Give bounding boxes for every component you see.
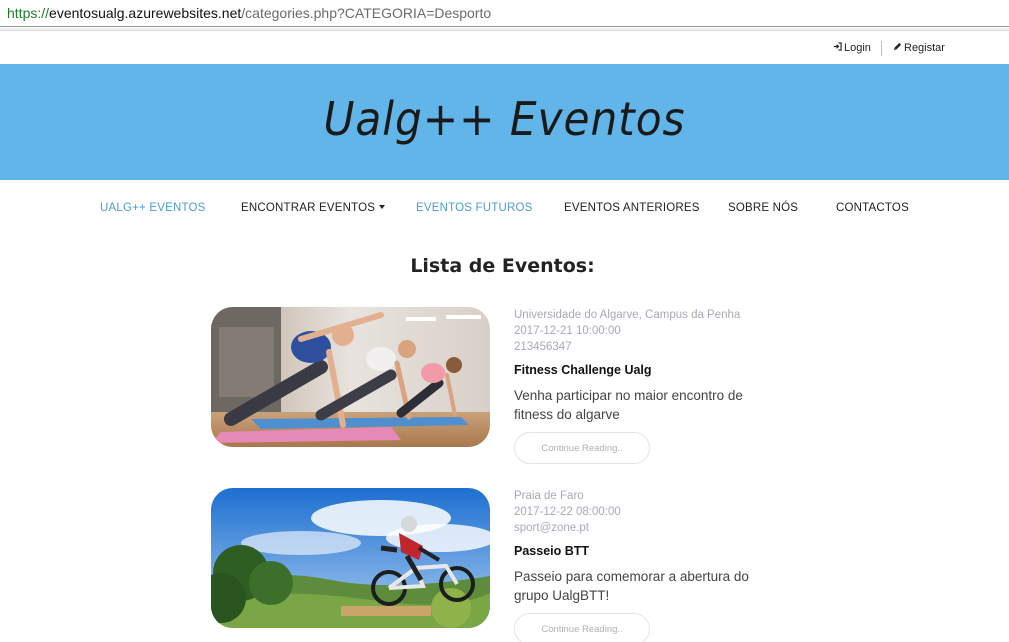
url-path: /categories.php?CATEGORIA=Desporto [241,5,492,21]
nav-contacts[interactable]: CONTACTOS [836,202,909,214]
login-icon [833,42,842,54]
nav-past-events[interactable]: EVENTOS ANTERIORES [564,202,700,214]
nav-about[interactable]: SOBRE NÓS [728,202,798,214]
url-text[interactable]: https://eventosualg.azurewebsites.net/ca… [7,5,491,21]
browser-address-bar[interactable]: https://eventosualg.azurewebsites.net/ca… [0,0,1009,27]
header-banner: Ualg++ Eventos [0,64,1009,180]
event-title[interactable]: Passeio BTT [514,544,589,558]
event-title[interactable]: Fitness Challenge Ualg [514,363,652,377]
continue-reading-button[interactable]: Continue Reading.. [514,432,650,464]
top-bar: Login Registar [0,32,1009,64]
mountain-bike-photo[interactable] [211,488,490,628]
browser-separator [0,28,1009,31]
topbar-divider [881,41,882,56]
nav-find-events[interactable]: ENCONTRAR EVENTOS [241,202,386,214]
nav-home[interactable]: UALG++ EVENTOS [100,202,206,214]
register-link[interactable]: Registar [893,42,945,54]
pencil-icon [893,42,902,54]
event-card: Praia de Faro 2017-12-22 08:00:00 sport@… [211,488,791,642]
event-location: Universidade do Algarve, Campus da Penha [514,309,741,321]
event-contact: 213456347 [514,341,572,353]
caret-down-icon [379,205,386,209]
event-datetime: 2017-12-21 10:00:00 [514,325,621,337]
event-description: Venha participar no maior encontro de fi… [514,388,743,422]
nav-find-events-label: ENCONTRAR EVENTOS [241,202,376,214]
event-datetime: 2017-12-22 08:00:00 [514,506,621,518]
nav-future-events[interactable]: EVENTOS FUTUROS [416,202,533,214]
fitness-class-photo[interactable] [211,307,490,447]
site-title[interactable]: Ualg++ Eventos [40,92,968,146]
main-nav: UALG++ EVENTOS ENCONTRAR EVENTOS EVENTOS… [0,198,1009,220]
events-heading: Lista de Eventos: [410,255,595,277]
event-location: Praia de Faro [514,490,584,502]
event-description: Passeio para comemorar a abertura do gru… [514,569,749,603]
url-host: eventosualg.azurewebsites.net [49,5,242,21]
event-contact: sport@zone.pt [514,522,589,534]
url-scheme: https:// [7,5,50,21]
continue-reading-button[interactable]: Continue Reading.. [514,613,650,642]
login-label: Login [844,42,871,54]
login-link[interactable]: Login [833,42,871,54]
event-card: Universidade do Algarve, Campus da Penha… [211,307,791,467]
register-label: Registar [904,42,945,54]
